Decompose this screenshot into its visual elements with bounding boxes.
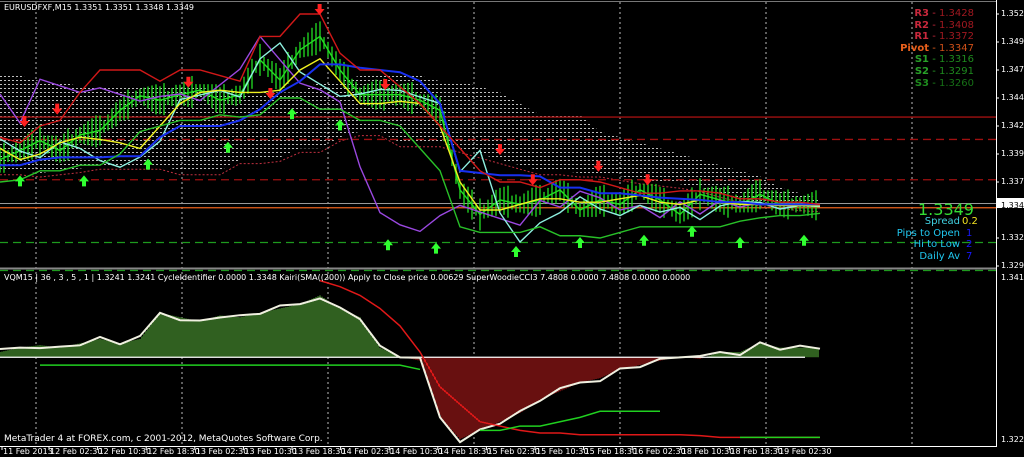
price-axis-label: 1.3470 (1001, 65, 1024, 74)
buy-arrow-icon (511, 245, 521, 257)
pivot-separator: - (929, 54, 939, 66)
pivot-label: S2 (914, 66, 930, 77)
pivot-row-s2: S2 - 1.3291 (915, 66, 974, 77)
pivot-value: 1.3428 (939, 8, 974, 19)
buy-arrow-icon (15, 175, 25, 187)
main-chart-panel[interactable] (0, 4, 996, 272)
price-axis-label: 1.3370 (1001, 177, 1024, 186)
pivot-value: 1.3408 (939, 19, 974, 31)
pips-to-open-value: 1 (966, 228, 973, 239)
price-axis-label: 1.3445 (1001, 93, 1024, 102)
time-axis-label: 18 Feb 10:30 (681, 447, 735, 456)
price-axis-label: 1.3349 (1001, 200, 1024, 210)
buy-arrow-icon (383, 239, 393, 251)
pivot-label: S3 (914, 77, 930, 89)
time-axis-label: 11 Feb 2013 (3, 447, 53, 456)
pivot-separator: - (929, 19, 939, 31)
daily-average-label: Daily Av (919, 251, 960, 262)
pivot-value: 1.3347 (939, 42, 974, 54)
pivot-value: 1.3291 (939, 66, 974, 77)
pivot-label: R1 (914, 31, 930, 43)
price-axis-label: 1.3320 (1001, 233, 1024, 242)
pivot-separator: - (929, 42, 939, 54)
time-axis-label: 12 Feb 10:30 (98, 447, 152, 456)
indicator-axis-label: 1.3229 (1001, 435, 1024, 444)
pivot-label: S1 (914, 54, 930, 66)
time-axis-label: 13 Feb 18:30 (293, 447, 346, 456)
indicator-axis-label: 1.3415 (1001, 273, 1024, 282)
pivot-row-s1: S1 - 1.3316 (915, 54, 974, 65)
hi-to-low-label: Hi to Low (913, 239, 960, 250)
buy-arrow-icon (431, 242, 441, 254)
spread-label: Spread (924, 216, 960, 227)
symbol-header: EURUSDFXF,M15 1.3351 1.3351 1.3348 1.334… (4, 3, 195, 12)
time-axis-label: 13 Feb 10:30 (244, 447, 297, 456)
time-axis-label: 14 Feb 10:30 (390, 447, 443, 456)
buy-arrow-icon (799, 234, 809, 246)
pivot-row-pivot: Pivot - 1.3347 (900, 43, 974, 54)
time-axis-label: 14 Feb 18:30 (438, 447, 492, 456)
pivot-row-r2: R2 - 1.3408 (914, 20, 974, 31)
pivot-row-r3: R3 - 1.3428 (914, 8, 974, 19)
pivot-label: R3 (914, 8, 930, 19)
price-axis-label: 1.3420 (1001, 121, 1024, 130)
time-axis-label: 14 Feb 02:30 (341, 447, 395, 456)
time-axis-label: 19 Feb 02:30 (779, 447, 832, 456)
time-axis-label: 15 Feb 02:30 (487, 447, 540, 456)
chart-canvas[interactable] (0, 0, 1024, 457)
price-axis-label: 1.3520 (1001, 9, 1024, 18)
daily-average-value: 7 (966, 251, 973, 262)
indicator-header: VQM15 | 36 , 3 , 5 , 1 | 1.3241 1.3241 C… (4, 273, 691, 282)
pivot-value: 1.3372 (939, 31, 974, 43)
hi-to-low-value: 2 (966, 239, 973, 250)
pips-to-open-label: Pips to Open (896, 228, 960, 239)
buy-arrow-icon (575, 237, 585, 248)
pivot-separator: - (929, 31, 939, 43)
sub-series-green (40, 364, 421, 371)
time-axis-label: 16 Feb 02:30 (633, 447, 686, 456)
time-axis-label: 13 Feb 02:30 (195, 447, 249, 456)
buy-arrow-icon (79, 175, 89, 187)
pivot-value: 1.3316 (939, 54, 974, 66)
sub-series-white (0, 297, 821, 444)
time-axis-label: 12 Feb 18:30 (147, 447, 200, 456)
time-axis-label: 12 Feb 02:30 (50, 447, 103, 456)
pivot-label: R2 (914, 19, 930, 31)
pivot-value: 1.3260 (939, 77, 974, 89)
pivot-label: Pivot (900, 42, 930, 54)
copyright-text: MetaTrader 4 at FOREX.com, c 2001-2012, … (4, 434, 323, 444)
price-axis-label: 1.3395 (1001, 149, 1024, 158)
price-axis-label: 1.3295 (1001, 261, 1024, 270)
time-axis-label: 18 Feb 18:30 (730, 447, 783, 456)
time-axis-label: 15 Feb 18:30 (584, 447, 638, 456)
spread-value: 0.2 (962, 216, 978, 227)
time-axis-label: 15 Feb 10:30 (536, 447, 589, 456)
pivot-separator: - (929, 77, 939, 89)
buy-arrow-icon (639, 234, 649, 246)
price-axis-label: 1.3495 (1001, 37, 1024, 46)
indicator-panel[interactable] (0, 279, 821, 444)
pivot-row-s3: S3 - 1.3260 (915, 78, 974, 89)
pivot-separator: - (929, 8, 939, 19)
pivot-separator: - (929, 66, 939, 77)
pivot-row-r1: R1 - 1.3372 (914, 31, 974, 42)
buy-arrow-icon (735, 237, 745, 248)
